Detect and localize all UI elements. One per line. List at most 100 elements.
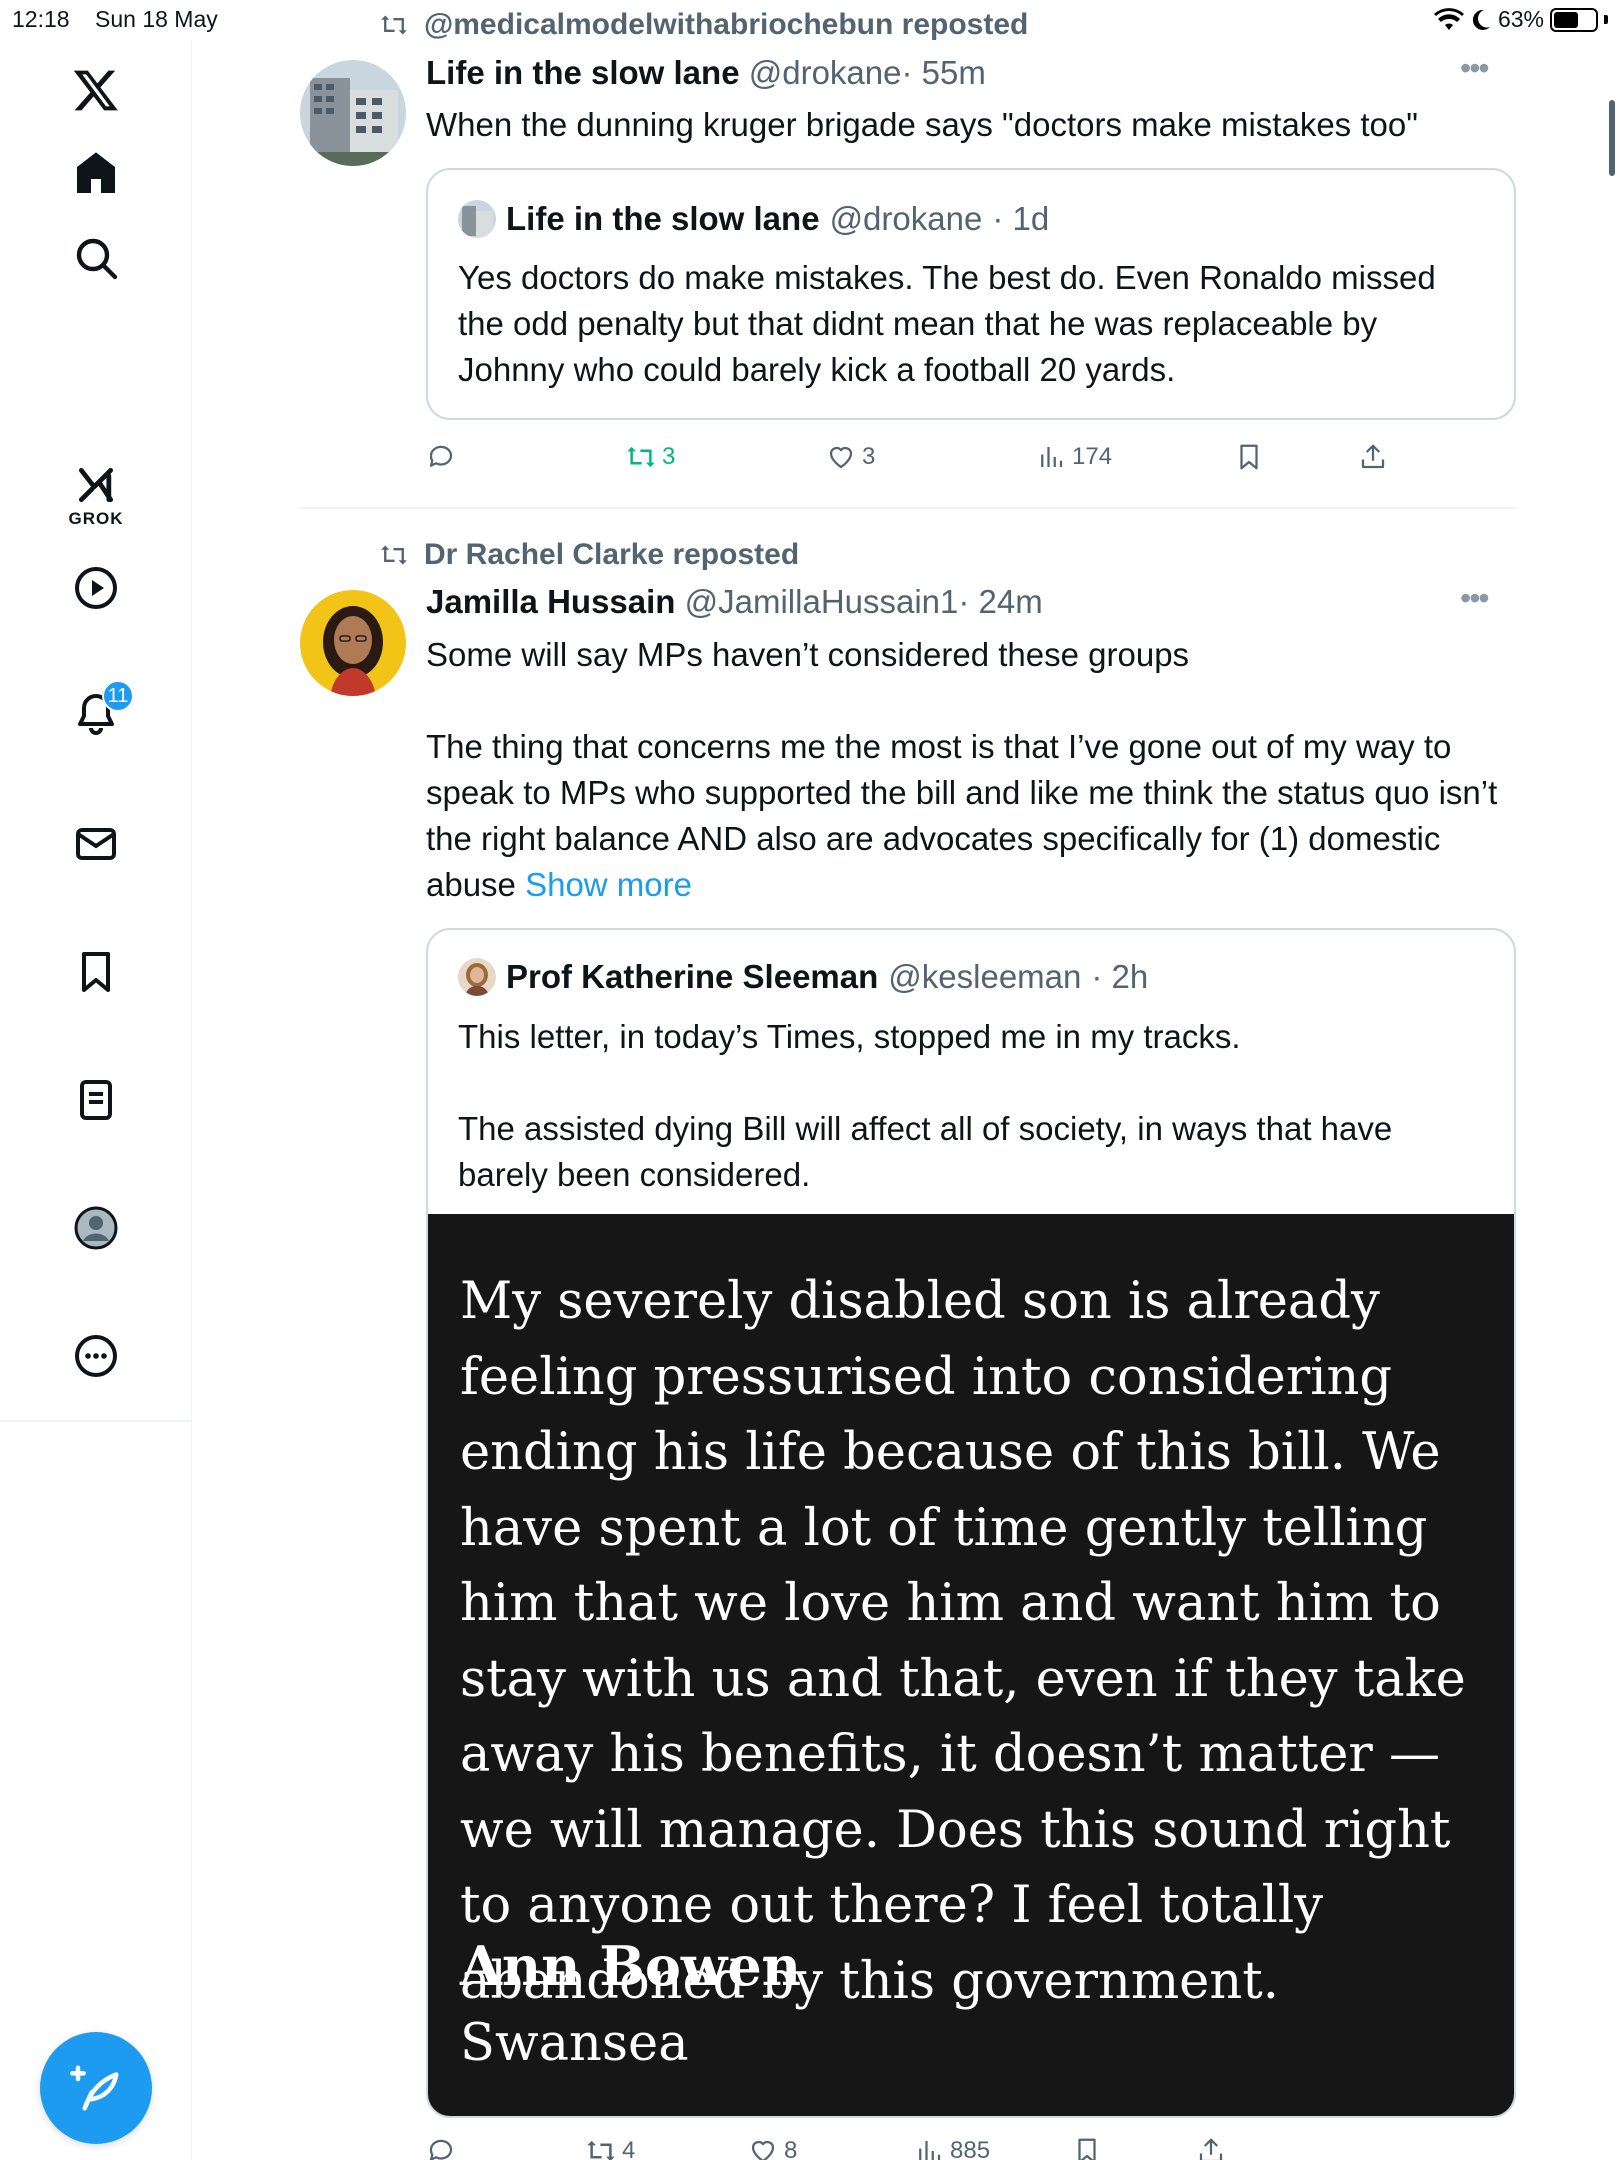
status-time: 12:18 <box>12 6 70 32</box>
sidebar-divider <box>0 1420 192 1422</box>
repost-indicator: @medicalmodelwithabriochebun reposted <box>378 8 1028 42</box>
views-count: 885 <box>950 2137 991 2160</box>
search-icon <box>76 238 118 280</box>
share-button[interactable] <box>1358 442 1388 472</box>
avatar[interactable] <box>300 590 406 696</box>
author-handle[interactable]: @JamillaHussain1 <box>685 583 959 620</box>
tweet-text-body: The thing that concerns me the most is t… <box>426 724 1516 908</box>
author-name[interactable]: Life in the slow lane <box>426 54 740 91</box>
timeline-feed: @medicalmodelwithabriochebun reposted Li… <box>300 0 1516 2160</box>
reply-button[interactable] <box>426 2136 462 2160</box>
quote-tweet[interactable]: Prof Katherine Sleeman @kesleeman · 2h Th… <box>426 928 1516 2118</box>
tweet-divider <box>300 507 1516 509</box>
letter-body: My severely disabled son is already feel… <box>460 1272 1466 2011</box>
bookmark-icon <box>1078 2138 1096 2160</box>
sidebar-item-grok[interactable]: GROK <box>52 452 140 540</box>
more-options-icon[interactable]: ••• <box>1460 50 1490 87</box>
repost-by[interactable]: Dr Rachel Clarke reposted <box>424 538 799 572</box>
tweet-time[interactable]: · 55m <box>902 54 986 91</box>
tweet-actions: 3 3 174 <box>426 442 1516 492</box>
quote-text-body: The assisted dying Bill will affect all … <box>458 1110 1393 1193</box>
quote-time: · 1d <box>992 200 1050 237</box>
reply-button[interactable] <box>426 442 462 472</box>
sidebar-item-bookmarks[interactable] <box>52 928 140 1016</box>
author-name[interactable]: Jamilla Hussain <box>426 583 675 620</box>
scrollbar[interactable] <box>1609 100 1615 176</box>
sidebar-item-search[interactable] <box>52 214 140 302</box>
repost-button[interactable]: 3 <box>626 442 675 472</box>
notification-badge: 11 <box>102 680 134 712</box>
like-count: 3 <box>862 443 876 470</box>
quote-author-name: Life in the slow lane <box>506 200 820 237</box>
like-count: 8 <box>784 2137 798 2160</box>
bookmark-button[interactable] <box>1234 442 1264 472</box>
quote-text: Yes doctors do make mistakes. The best d… <box>458 259 1436 388</box>
letter-image[interactable]: My severely disabled son is already feel… <box>428 1214 1514 2116</box>
avatar[interactable] <box>300 60 406 166</box>
reply-icon <box>429 2139 453 2160</box>
more-options-icon[interactable]: ••• <box>1460 580 1490 617</box>
profile-icon <box>74 1206 118 1250</box>
tweet-text-intro: Some will say MPs haven’t considered the… <box>426 636 1190 673</box>
quote-avatar <box>458 200 496 238</box>
quote-header: Prof Katherine Sleeman @kesleeman · 2h <box>458 958 1148 996</box>
repost-by[interactable]: @medicalmodelwithabriochebun reposted <box>424 8 1028 42</box>
heart-icon <box>751 2140 775 2160</box>
repost-icon <box>381 15 407 35</box>
quote-header: Life in the slow lane @drokane · 1d <box>458 200 1049 238</box>
grok-icon <box>78 467 114 503</box>
sidebar-item-home[interactable] <box>52 129 140 217</box>
repost-icon <box>587 2140 615 2160</box>
quote-tweet[interactable]: Life in the slow lane @drokane · 1d Yes d… <box>426 168 1516 420</box>
like-button[interactable]: 3 <box>826 442 875 472</box>
compose-feather-icon <box>70 2065 119 2111</box>
repost-count: 4 <box>622 2137 636 2160</box>
lists-icon <box>80 1080 112 1120</box>
bookmarks-icon <box>82 952 110 992</box>
more-icon <box>75 1335 117 1377</box>
quote-time: · 2h <box>1091 958 1149 995</box>
bookmark-icon <box>1240 444 1258 470</box>
sidebar-item-lists[interactable] <box>52 1056 140 1144</box>
letter-author: Ann Bowen <box>460 1934 801 1998</box>
sidebar-item-messages[interactable] <box>52 800 140 888</box>
views-button[interactable]: 174 <box>1036 442 1112 472</box>
repost-button[interactable]: 4 <box>586 2136 635 2160</box>
views-icon <box>1041 447 1063 467</box>
quote-text-intro: This letter, in today’s Times, stopped m… <box>458 1018 1241 1055</box>
repost-icon <box>381 545 407 565</box>
battery-icon <box>1550 7 1598 32</box>
repost-icon <box>627 446 655 468</box>
sidebar-item-notifications[interactable]: 11 <box>52 670 140 758</box>
home-icon <box>77 152 115 193</box>
video-icon <box>75 567 117 609</box>
tweet-header: Jamilla Hussain @JamillaHussain1· 24m <box>426 583 1043 621</box>
share-icon <box>1199 2138 1223 2160</box>
quote-author-handle: @drokane <box>829 200 983 237</box>
sidebar: GROK 11 <box>0 40 192 2160</box>
letter-place: Swansea <box>460 2014 689 2073</box>
grok-label: GROK <box>68 509 124 528</box>
messages-icon <box>76 828 116 860</box>
views-icon <box>919 2141 941 2160</box>
status-date: Sun 18 May <box>95 6 218 32</box>
repost-count: 3 <box>662 443 676 470</box>
like-button[interactable]: 8 <box>748 2136 797 2160</box>
tweet-time[interactable]: · 24m <box>958 583 1042 620</box>
repost-indicator: Dr Rachel Clarke reposted <box>378 538 799 572</box>
reply-icon <box>429 445 453 467</box>
author-handle[interactable]: @drokane <box>749 54 902 91</box>
quote-avatar <box>458 958 496 996</box>
bookmark-button[interactable] <box>1072 2136 1102 2160</box>
share-icon <box>1361 444 1385 469</box>
views-count: 174 <box>1072 443 1113 470</box>
share-button[interactable] <box>1196 2136 1226 2160</box>
tweet-actions: 4 8 885 <box>426 2136 1516 2160</box>
compose-button[interactable] <box>40 2032 152 2144</box>
show-more-link[interactable]: Show more <box>525 866 692 903</box>
sidebar-item-more[interactable] <box>52 1312 140 1400</box>
views-button[interactable]: 885 <box>914 2136 990 2160</box>
sidebar-item-profile[interactable] <box>52 1184 140 1272</box>
sidebar-item-video[interactable] <box>52 544 140 632</box>
x-logo-link[interactable] <box>52 46 140 134</box>
